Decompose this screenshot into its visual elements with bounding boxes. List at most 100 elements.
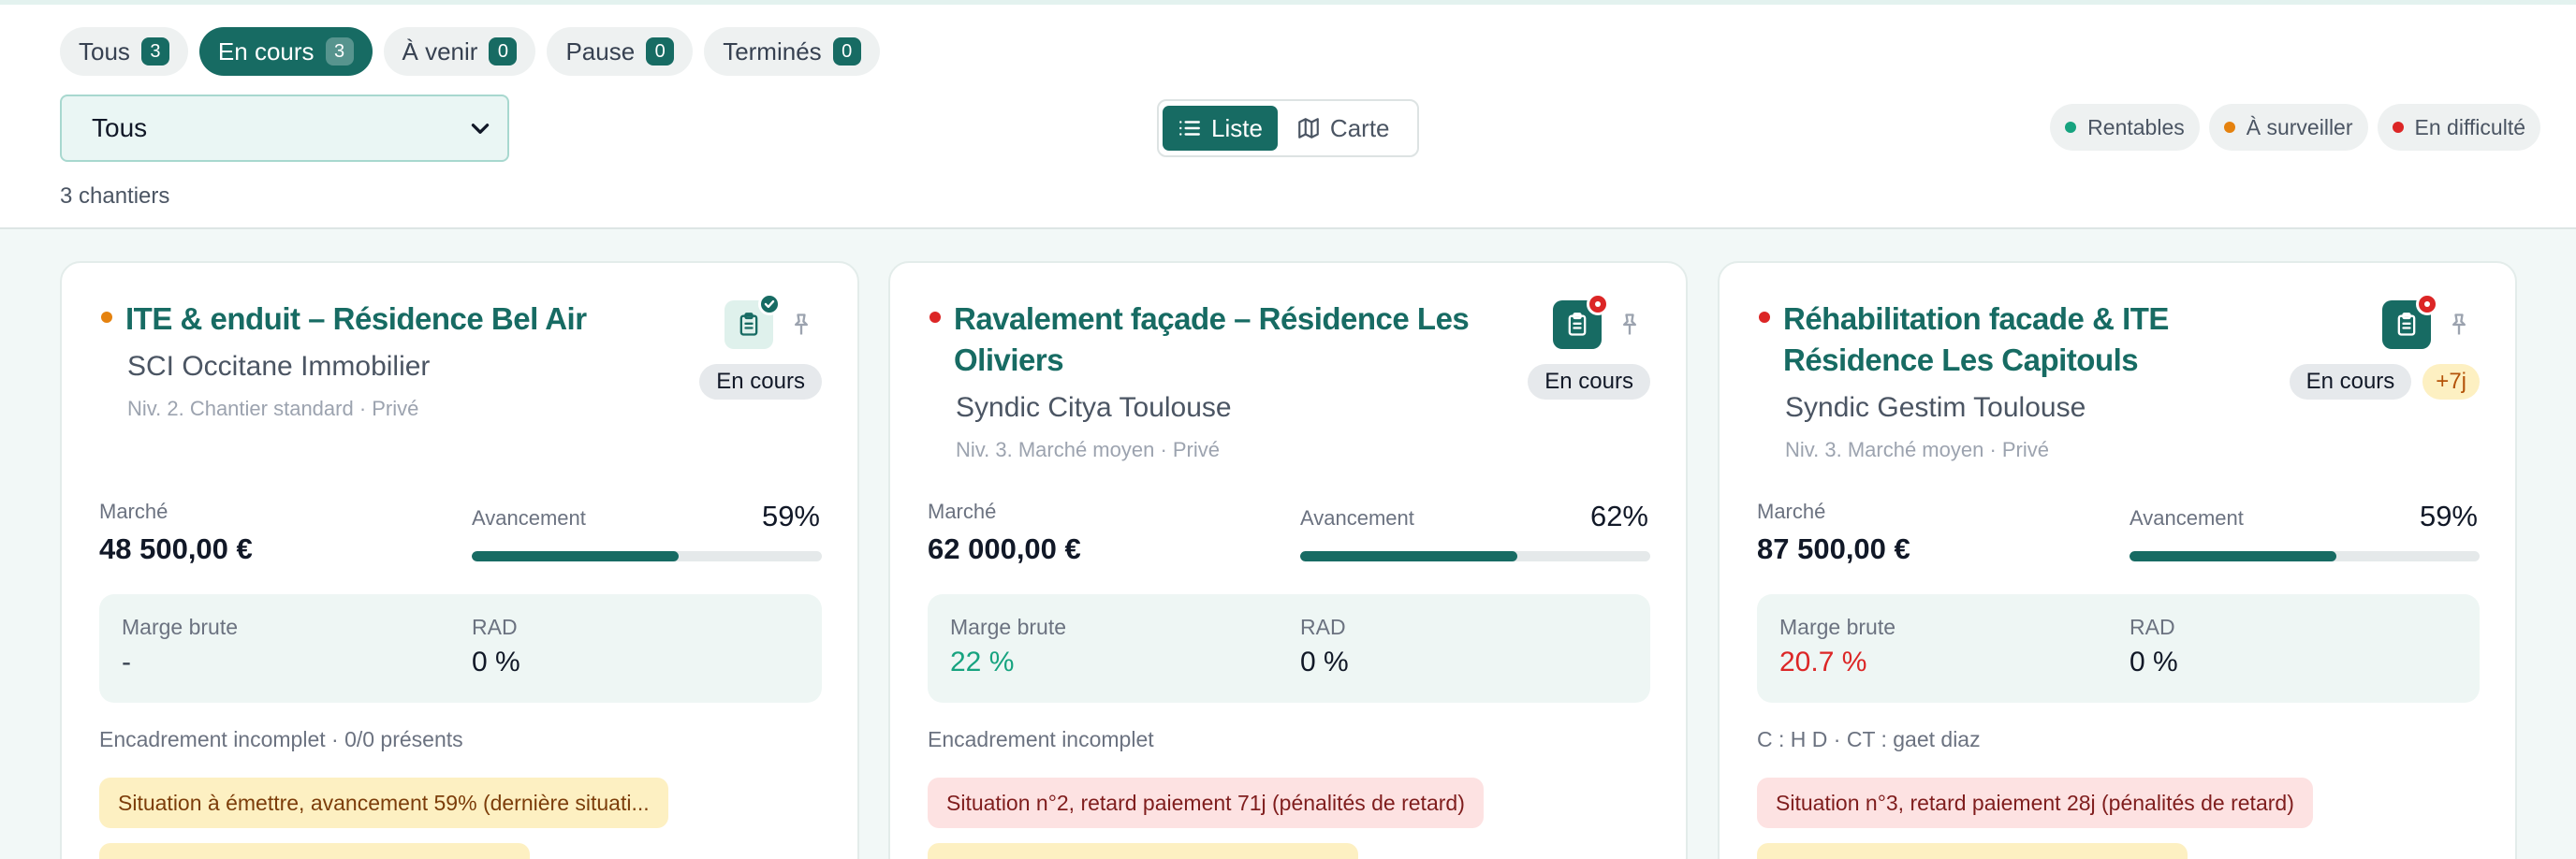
- marge-label: Marge brute: [950, 615, 1067, 639]
- status-badge: En cours: [2289, 364, 2412, 400]
- legend-rentables: Rentables: [2050, 104, 2200, 151]
- progress-percent: 62%: [1589, 500, 1648, 532]
- status-row: En cours: [699, 364, 822, 400]
- list-view-button[interactable]: Liste: [1163, 106, 1278, 151]
- marche-value: 48 500,00 €: [99, 532, 253, 565]
- marche-value: 62 000,00 €: [928, 532, 1081, 565]
- legend-en-difficulte: En difficulté: [2377, 104, 2540, 151]
- pin-icon[interactable]: [2442, 308, 2476, 342]
- tab-count: 0: [646, 37, 675, 66]
- legend-label: Rentables: [2087, 114, 2185, 139]
- status-tabs: Tous 3 En cours 3 À venir 0 Pause 0 Terminés…: [60, 27, 880, 76]
- health-dot: [101, 312, 112, 323]
- rad-value: 0 %: [472, 647, 520, 677]
- progress-bar: [1300, 551, 1650, 561]
- tab-count: 0: [832, 37, 861, 66]
- card-title[interactable]: Réhabilitation facade & ITE Résidence Le…: [1783, 298, 2279, 381]
- clipboard-icon: [2397, 313, 2416, 336]
- progress-fill: [1300, 551, 1517, 561]
- encadrement-note: Encadrement incomplet · 0/0 présents: [99, 727, 463, 751]
- tab-label: Terminés: [723, 36, 822, 66]
- marge-value: 22 %: [950, 647, 1015, 677]
- alert-badge: Situation n°2, retard paiement 71j (péna…: [928, 778, 1484, 828]
- card-title[interactable]: Ravalement façade – Résidence Les Olivie…: [954, 298, 1497, 381]
- marge-label: Marge brute: [1779, 615, 1896, 639]
- card-title[interactable]: ITE & enduit – Résidence Bel Air: [125, 298, 668, 340]
- chevron-down-icon: [471, 124, 490, 134]
- marche-label: Marché: [928, 500, 997, 523]
- status-badge: En cours: [699, 364, 822, 400]
- delay-badge: +7j: [2422, 364, 2480, 400]
- tab-count: 0: [489, 37, 518, 66]
- rad-label: RAD: [1300, 615, 1346, 639]
- progress-fill: [2130, 551, 2336, 561]
- tab-a-venir[interactable]: À venir 0: [383, 27, 536, 76]
- alert-badge: Situation à émettre, avancement 59% (der…: [99, 778, 668, 828]
- health-dot: [929, 312, 941, 323]
- results-count: 3 chantiers: [60, 183, 170, 209]
- chantier-card[interactable]: ITE & enduit – Résidence Bel Air SCI Occ…: [60, 261, 859, 859]
- card-client: Syndic Citya Toulouse: [956, 392, 1232, 423]
- avancement-label: Avancement: [1300, 506, 1414, 530]
- document-button[interactable]: [724, 293, 781, 349]
- card-meta: Niv. 3. Marché moyen · Privé: [1785, 438, 2050, 461]
- status-badge: En cours: [1528, 364, 1650, 400]
- pin-icon[interactable]: [1613, 308, 1647, 342]
- list-view-label: Liste: [1211, 113, 1263, 142]
- progress-bar: [2130, 551, 2480, 561]
- document-button[interactable]: [2382, 293, 2438, 349]
- card-meta: Niv. 2. Chantier standard · Privé: [127, 397, 419, 420]
- tab-termines[interactable]: Terminés 0: [704, 27, 880, 76]
- progress-percent: 59%: [761, 500, 820, 532]
- marche-label: Marché: [99, 500, 168, 523]
- encadrement-note: Encadrement incomplet: [928, 727, 1154, 751]
- marge-value: 20.7 %: [1779, 647, 1867, 677]
- kpi-panel: Marge brute 22 % RAD 0 %: [928, 594, 1650, 703]
- secondary-alert: [99, 843, 530, 859]
- tab-label: Tous: [79, 36, 130, 66]
- toolbar: Tous 3 En cours 3 À venir 0 Pause 0 Terminés…: [0, 0, 2576, 229]
- legend-a-surveiller: À surveiller: [2208, 104, 2368, 151]
- rad-label: RAD: [2130, 615, 2175, 639]
- tab-label: Pause: [565, 36, 636, 66]
- pin-icon[interactable]: [784, 308, 818, 342]
- tab-label: À venir: [402, 36, 478, 66]
- kpi-panel: Marge brute - RAD 0 %: [99, 594, 822, 703]
- card-client: Syndic Gestim Toulouse: [1785, 392, 2086, 423]
- avancement-label: Avancement: [472, 506, 586, 530]
- status-row: En cours: [1528, 364, 1650, 400]
- clipboard-icon: [1568, 313, 1587, 336]
- card-client: SCI Occitane Immobilier: [127, 351, 431, 382]
- marge-label: Marge brute: [122, 615, 239, 639]
- marche-value: 87 500,00 €: [1757, 532, 1910, 565]
- kpi-panel: Marge brute 20.7 % RAD 0 %: [1757, 594, 2480, 703]
- secondary-alert: [1757, 843, 2188, 859]
- health-dot: [1759, 312, 1770, 323]
- filter-select[interactable]: Tous: [60, 95, 509, 162]
- legend-dot: [2065, 122, 2077, 133]
- team-note: C : H D · CT : gaet diaz: [1757, 727, 1981, 751]
- secondary-alert: [928, 843, 1358, 859]
- tab-en-cours[interactable]: En cours 3: [198, 27, 373, 76]
- clipboard-icon: [739, 313, 758, 336]
- rad-value: 0 %: [1300, 647, 1349, 677]
- alert-badge-icon: [2416, 293, 2438, 315]
- map-view-button[interactable]: Carte: [1281, 106, 1405, 151]
- tab-pause[interactable]: Pause 0: [547, 27, 694, 76]
- progress-percent: 59%: [2419, 500, 2478, 532]
- rad-value: 0 %: [2130, 647, 2178, 677]
- health-legend: Rentables À surveiller En difficulté: [2050, 104, 2540, 151]
- marge-value: -: [122, 647, 131, 677]
- tab-count: 3: [140, 37, 169, 66]
- rad-label: RAD: [472, 615, 518, 639]
- document-button[interactable]: [1553, 293, 1609, 349]
- chantier-card[interactable]: Ravalement façade – Résidence Les Olivie…: [888, 261, 1688, 859]
- alert-badge: Situation n°3, retard paiement 28j (péna…: [1757, 778, 2313, 828]
- progress-fill: [472, 551, 679, 561]
- map-view-label: Carte: [1329, 113, 1390, 142]
- progress-bar: [472, 551, 822, 561]
- filter-select-value: Tous: [92, 113, 148, 142]
- legend-label: En difficulté: [2414, 114, 2525, 139]
- chantier-card[interactable]: Réhabilitation facade & ITE Résidence Le…: [1718, 261, 2517, 859]
- tab-tous[interactable]: Tous 3: [60, 27, 188, 76]
